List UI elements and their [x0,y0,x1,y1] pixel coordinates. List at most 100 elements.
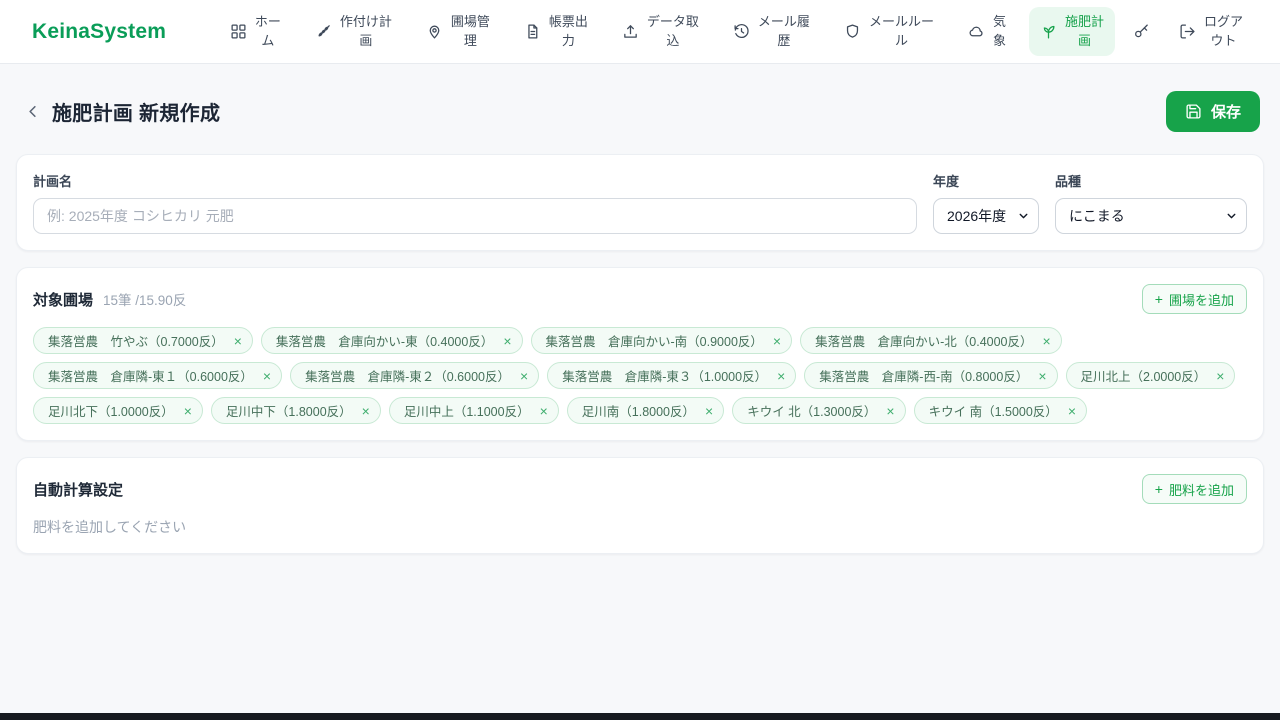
chip-remove-button[interactable]: × [503,334,511,348]
field-chip: 集落営農 倉庫向かい-南（0.9000反） × [530,327,793,354]
field-chip-label: 集落営農 倉庫隣-東２（0.6000反） [305,370,510,384]
grid-icon [230,23,247,40]
year-select[interactable]: 2026年度 [933,198,1039,234]
nav-item-planting-plan[interactable]: 作付け計 画 [304,7,403,55]
nav-item-mail-history[interactable]: メール履 歴 [722,7,821,55]
taskbar-sliver [0,713,1280,720]
field-chip-label: 集落営農 竹やぶ（0.7000反） [48,335,224,349]
upload-icon [622,23,639,40]
chip-remove-button[interactable]: × [886,404,894,418]
nav-item-home[interactable]: ホー ム [219,7,292,55]
fields-summary: 15筆 /15.90反 [103,293,187,308]
nav-item-report-output[interactable]: 帳票出 力 [513,7,599,55]
save-button-label: 保存 [1210,104,1241,121]
field-chip-label: 足川北上（2.0000反） [1080,370,1207,384]
plan-name-input[interactable] [33,198,917,234]
auto-calc-header: 自動計算設定 + 肥料を追加 [33,474,1247,504]
year-label: 年度 [933,174,960,189]
chip-remove-button[interactable]: × [520,369,528,383]
nav-item-weather[interactable]: 気 象 [957,7,1017,55]
fertilizer-empty-text: 肥料を追加してください [33,519,187,535]
page-content: 施肥計画 新規作成 保存 計画名 年度 2026年度 [0,91,1280,554]
field-chip: 集落営農 倉庫隣-西-南（0.8000反） × [804,362,1058,389]
variety-field: 品種 にこまる [1055,171,1247,234]
variety-select-wrap: にこまる [1055,198,1247,234]
field-chip-label: 足川中下（1.8000反） [225,405,352,419]
plus-icon: + [1154,291,1163,307]
field-chip-label: キウイ 南（1.5000反） [928,405,1058,419]
nav-item-label: 圃場管 理 [450,14,490,48]
chip-remove-button[interactable]: × [1216,369,1224,383]
nav-item-label: ログア ウト [1203,14,1243,48]
variety-select[interactable]: にこまる [1055,198,1247,234]
sprout-icon [1040,23,1057,40]
field-chip: キウイ 南（1.5000反） × [913,397,1087,424]
field-chip: 足川南（1.8000反） × [566,397,725,424]
nav-item-label: 気 象 [992,14,1006,48]
nav-item-data-import[interactable]: データ取 込 [611,7,710,55]
field-chip-label: 集落営農 倉庫隣-西-南（0.8000反） [819,370,1029,384]
nav-item-label: 作付け計 画 [339,14,392,48]
plan-name-label: 計画名 [33,174,73,189]
chip-remove-button[interactable]: × [773,334,781,348]
nav-item-mail-rules[interactable]: メールルー ル [833,7,945,55]
field-chip: 集落営農 倉庫隣-東３（1.0000反） × [547,362,797,389]
field-chip: 足川中上（1.1000反） × [388,397,559,424]
nav-menu: ホー ム 作付け計 画 圃場管 理 帳票出 力 データ取 込 メール履 歴 メールルー ル 気… [219,7,1254,56]
target-fields-title: 対象圃場 [33,291,94,309]
chip-remove-button[interactable]: × [234,334,242,348]
field-chip-label: 足川中上（1.1000反） [403,405,530,419]
nav-item-fertilization-plan[interactable]: 施肥計 画 [1028,7,1115,56]
logout-icon [1179,23,1196,40]
nav-item-label: メールルー ル [868,14,934,48]
field-chip-label: 足川北下（1.0000反） [48,405,174,419]
chip-remove-button[interactable]: × [777,369,785,383]
chip-remove-button[interactable]: × [263,369,271,383]
top-nav: KeinaSystem ホー ム 作付け計 画 圃場管 理 帳票出 力 データ取 込 メー… [0,0,1280,64]
chevron-left-icon [23,102,42,121]
shield-icon [844,23,861,40]
nav-item-field-management[interactable]: 圃場管 理 [415,7,501,55]
field-chip: 足川中下（1.8000反） × [210,397,381,424]
key-icon [1133,23,1150,40]
field-chip-label: 集落営農 倉庫向かい-東（0.4000反） [275,335,494,349]
add-fertilizer-button[interactable]: + 肥料を追加 [1141,474,1247,504]
field-chip-label: キウイ 北（1.3000反） [747,405,877,419]
auto-calc-title: 自動計算設定 [33,481,124,499]
add-field-button[interactable]: + 圃場を追加 [1141,284,1247,314]
field-chip: 集落営農 倉庫向かい-北（0.4000反） × [800,327,1062,354]
save-button[interactable]: 保存 [1165,91,1260,132]
nav-item-label: 帳票出 力 [548,14,588,48]
history-icon [733,23,750,40]
chip-remove-button[interactable]: × [362,404,370,418]
field-chip-label: 集落営農 倉庫向かい-南（0.9000反） [545,335,763,349]
brand-logo[interactable]: KeinaSystem [32,20,166,44]
chip-remove-button[interactable]: × [1043,334,1051,348]
nav-item-logout[interactable]: ログア ウト [1168,7,1254,55]
year-field: 年度 2026年度 [933,171,1039,234]
chip-remove-button[interactable]: × [705,404,713,418]
field-chip: 集落営農 倉庫向かい-東（0.4000反） × [260,327,523,354]
year-select-wrap: 2026年度 [933,198,1039,234]
document-icon [524,23,541,40]
back-button[interactable] [20,100,44,124]
page-header: 施肥計画 新規作成 保存 [16,91,1264,132]
auto-calc-card: 自動計算設定 + 肥料を追加 肥料を追加してください [16,457,1264,554]
plan-info-card: 計画名 年度 2026年度 品種 にこまる [16,154,1264,251]
cloud-icon [968,23,985,40]
nav-item-api-key[interactable] [1127,17,1156,46]
field-chip-label: 集落営農 倉庫隣-東３（1.0000反） [562,370,768,384]
field-chip-label: 足川南（1.8000反） [581,405,695,419]
field-chip: 集落営農 倉庫隣-東２（0.6000反） × [290,362,540,389]
field-chip: 集落営農 竹やぶ（0.7000反） × [33,327,253,354]
chip-remove-button[interactable]: × [540,404,548,418]
save-icon [1185,103,1202,120]
plan-name-field: 計画名 [33,171,917,234]
field-chip: 足川北下（1.0000反） × [33,397,203,424]
chip-remove-button[interactable]: × [1068,404,1076,418]
variety-label: 品種 [1055,174,1082,189]
chip-remove-button[interactable]: × [184,404,192,418]
chip-remove-button[interactable]: × [1038,369,1046,383]
field-chip: キウイ 北（1.3000反） × [732,397,906,424]
nav-item-label: メール履 歴 [757,14,810,48]
